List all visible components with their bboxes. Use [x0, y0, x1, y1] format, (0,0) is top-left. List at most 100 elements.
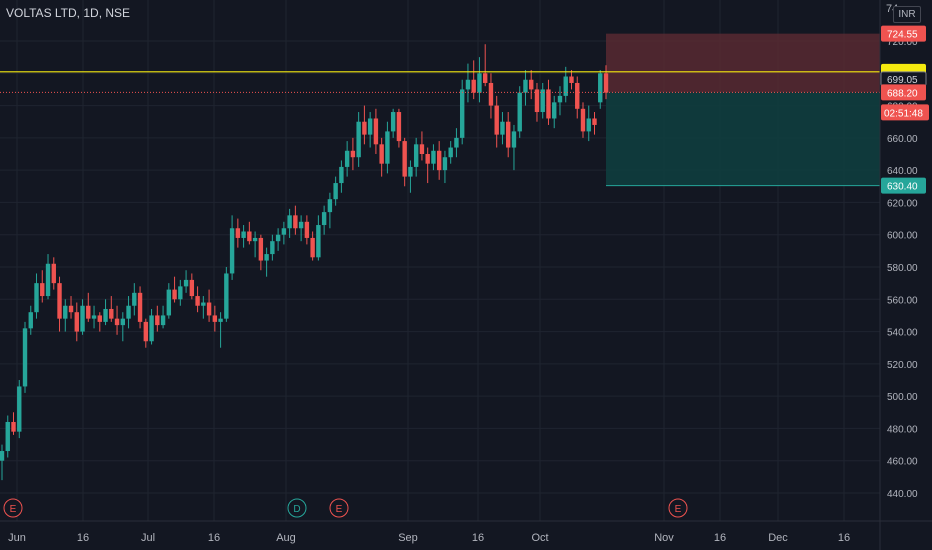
price-tick-label: 500.00 [887, 392, 918, 403]
candle-body [224, 273, 229, 319]
stop-loss-zone[interactable] [606, 33, 880, 93]
candle-body [373, 118, 379, 145]
candle-body [333, 183, 338, 200]
time-tick-label: 16 [77, 532, 89, 544]
candle-body [500, 121, 505, 135]
candle-body [114, 318, 120, 326]
candle-body [413, 144, 419, 167]
candle-body [264, 254, 269, 261]
time-tick-label: 16 [714, 532, 726, 544]
candle-body [402, 141, 407, 177]
candle-body [189, 279, 195, 297]
candle-body [465, 79, 471, 90]
candle-body [281, 228, 287, 235]
candle-body [34, 283, 39, 313]
candle-body [51, 263, 56, 284]
candle-body [235, 228, 241, 238]
candle-body [586, 118, 591, 132]
candle-body [201, 302, 206, 306]
candle-body [454, 137, 459, 148]
candle-body [367, 118, 373, 135]
candle-body [575, 82, 580, 109]
time-tick-label: 16 [838, 532, 850, 544]
candle-body [552, 102, 557, 119]
candle-body [0, 451, 5, 461]
stop-price-label: 724.55 [887, 30, 918, 41]
candle-body [298, 221, 304, 229]
time-tick-label: Oct [531, 532, 548, 544]
event-marker-label: E [336, 504, 343, 515]
candle-body [166, 289, 172, 316]
price-tick-label: 540.00 [887, 328, 918, 339]
candle-body [506, 121, 511, 148]
candle-body [160, 315, 166, 326]
price-tick-label: 460.00 [887, 457, 918, 468]
time-tick-label: Dec [768, 532, 788, 544]
candle-body [258, 237, 264, 261]
candle-body [327, 199, 333, 213]
candle-body [408, 166, 413, 177]
currency-badge[interactable]: INR [893, 6, 921, 23]
candle-body [362, 121, 367, 135]
entry-price-label: 688.20 [887, 88, 918, 99]
price-tick-label: 640.00 [887, 166, 918, 177]
time-tick-label: Aug [276, 532, 296, 544]
candle-body [86, 305, 91, 319]
price-tick-label: 600.00 [887, 231, 918, 242]
candle-body [310, 237, 315, 258]
candle-body [287, 215, 292, 229]
price-tick-label: 560.00 [887, 295, 918, 306]
price-tick-label: 480.00 [887, 424, 918, 435]
candle-body [45, 263, 51, 297]
candle-body [471, 79, 476, 93]
candle-body [5, 421, 10, 452]
price-tick-label: 580.00 [887, 263, 918, 274]
candle-body [603, 73, 609, 93]
candle-body [80, 305, 85, 332]
price-tick-label: 440.00 [887, 489, 918, 500]
candle-body [229, 228, 235, 274]
candle-body [206, 302, 212, 316]
candle-body [270, 241, 275, 255]
candle-body [63, 305, 68, 319]
target-zone[interactable] [606, 92, 880, 186]
candle-body [212, 315, 218, 322]
candle-body [132, 292, 137, 306]
time-tick-label: Nov [654, 532, 674, 544]
candle-body [494, 105, 499, 135]
candle-body [385, 131, 390, 164]
candle-body [137, 292, 143, 322]
candle-body [356, 121, 361, 158]
candle-body [183, 279, 189, 287]
candle-body [275, 234, 281, 242]
candle-body [143, 321, 149, 342]
candle-body [120, 318, 125, 326]
candle-body [74, 312, 79, 332]
time-tick-label: Jun [8, 532, 26, 544]
price-chart[interactable]: 440.00 460.00 480.00 500.00 520.00 540.00 560.… [0, 0, 932, 550]
candle-body [390, 112, 396, 132]
candle-body [540, 89, 545, 113]
candle-body [396, 112, 402, 142]
countdown-label: 02:51:48 [884, 108, 923, 119]
candle-body [91, 315, 97, 319]
event-marker-label: D [293, 504, 300, 515]
candle-body [103, 308, 108, 322]
time-tick-label: 16 [472, 532, 484, 544]
candle-body [483, 73, 488, 83]
candle-body [321, 212, 327, 226]
candle-body [316, 225, 321, 258]
candle-body [293, 215, 298, 229]
candle-body [546, 89, 551, 119]
candle-body [109, 308, 114, 319]
candle-body [448, 147, 453, 158]
candle-body [11, 421, 16, 432]
candle-body [459, 89, 465, 138]
candle-body [155, 315, 160, 326]
position-zones[interactable] [606, 33, 880, 187]
candle-body [592, 118, 597, 125]
candle-body [425, 154, 430, 164]
candle-body [40, 283, 45, 297]
current-price-label: 699.05 [887, 75, 918, 86]
price-tick-label: 620.00 [887, 198, 918, 209]
